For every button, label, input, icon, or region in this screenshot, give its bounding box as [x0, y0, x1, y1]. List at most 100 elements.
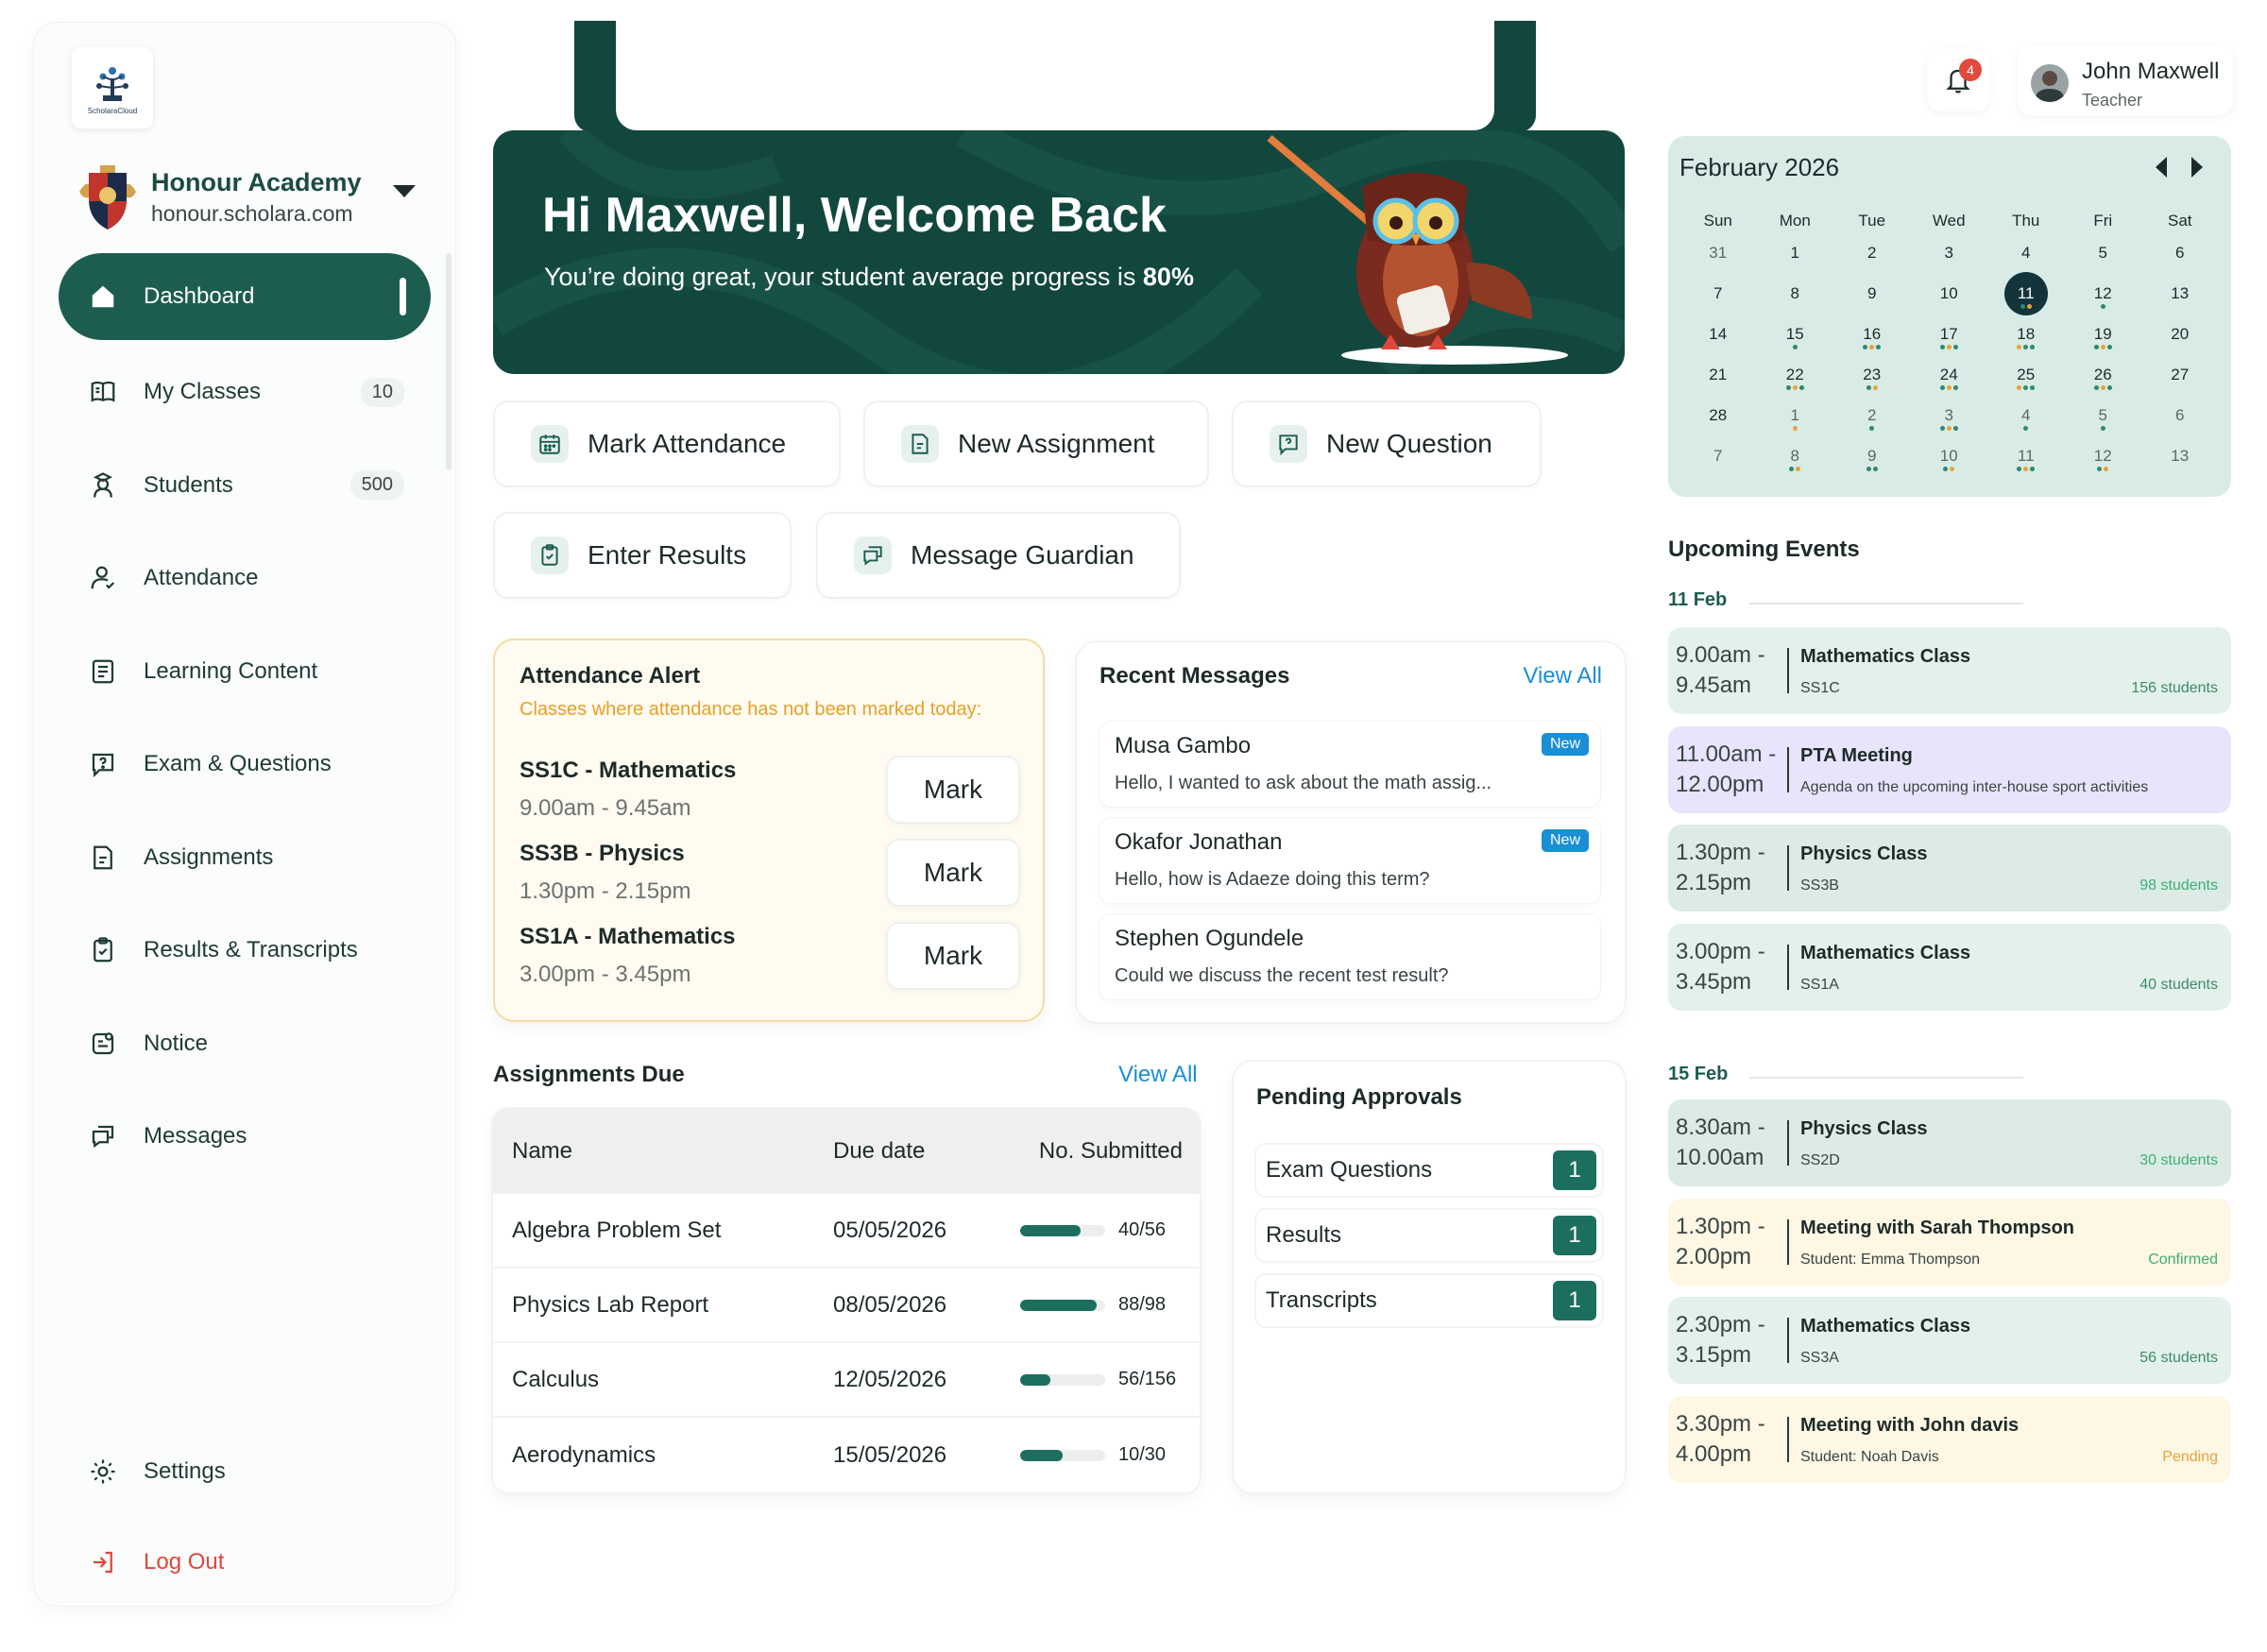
- calendar-day[interactable]: 26: [2065, 352, 2142, 393]
- sidebar-item-exam-questions[interactable]: Exam & Questions: [59, 718, 431, 811]
- calendar-day[interactable]: 24: [1911, 352, 1988, 393]
- calendar-day[interactable]: 31: [1679, 230, 1757, 271]
- calendar-day[interactable]: 12: [2065, 271, 2142, 312]
- calendar-day[interactable]: 23: [1833, 352, 1911, 393]
- calendar-day[interactable]: 21: [1679, 352, 1757, 393]
- calendar-day[interactable]: 27: [2141, 352, 2219, 393]
- calendar-day[interactable]: 17: [1911, 312, 1988, 352]
- calendar-day[interactable]: 14: [1679, 312, 1757, 352]
- event-card[interactable]: 2.30pm - 3.15pm Mathematics Class SS3A 56 st…: [1668, 1297, 2231, 1384]
- new-question-button[interactable]: New Question: [1232, 400, 1542, 487]
- calendar-day[interactable]: 13: [2141, 271, 2219, 312]
- calendar-day[interactable]: 5: [2065, 230, 2142, 271]
- message-guardian-button[interactable]: Message Guardian: [816, 512, 1181, 599]
- day-number: 12: [2093, 447, 2112, 465]
- home-icon: [87, 281, 119, 313]
- event-card[interactable]: 8.30am - 10.00am Physics Class SS2D 30 stude…: [1668, 1099, 2231, 1186]
- day-number: 5: [2098, 406, 2107, 424]
- calendar-day[interactable]: 1: [1757, 393, 1834, 434]
- calendar-day[interactable]: 9: [1833, 434, 1911, 474]
- sidebar-item-messages[interactable]: Messages: [59, 1090, 431, 1184]
- calendar-day[interactable]: 1: [1757, 230, 1834, 271]
- view-all-messages-link[interactable]: View All: [1523, 663, 1602, 690]
- calendar-day[interactable]: 13: [2141, 434, 2219, 474]
- table-row[interactable]: Aerodynamics 15/05/2026 10/30: [493, 1418, 1200, 1492]
- calendar-day[interactable]: 9: [1833, 271, 1911, 312]
- message-item[interactable]: Okafor Jonathan Hello, how is Adaeze doi…: [1099, 818, 1600, 903]
- sidebar-item-settings[interactable]: Settings: [59, 1426, 431, 1517]
- calendar-day[interactable]: 6: [2141, 393, 2219, 434]
- calendar-day[interactable]: 15: [1757, 312, 1834, 352]
- mark-button[interactable]: Mark: [886, 756, 1020, 824]
- sidebar-scrollbar[interactable]: [446, 253, 452, 470]
- sidebar-item-assignments[interactable]: Assignments: [59, 811, 431, 905]
- calendar-day[interactable]: 2: [1833, 230, 1911, 271]
- mark-attendance-button[interactable]: Mark Attendance: [493, 400, 841, 487]
- new-assignment-button[interactable]: New Assignment: [863, 400, 1209, 487]
- sidebar-item-attendance[interactable]: Attendance: [59, 532, 431, 625]
- pending-item-results[interactable]: Results 1: [1256, 1210, 1602, 1261]
- sidebar-item-notice[interactable]: Notice: [59, 997, 431, 1091]
- school-switcher[interactable]: Honour Academy honour.scholara.com: [76, 155, 416, 240]
- table-row[interactable]: Calculus 12/05/2026 56/156: [493, 1343, 1200, 1418]
- chevron-right-icon[interactable]: [2191, 157, 2203, 178]
- event-card[interactable]: 9.00am - 9.45am Mathematics Class SS1C 156 s…: [1668, 627, 2231, 714]
- calendar-day[interactable]: 7: [1679, 434, 1757, 474]
- calendar-day[interactable]: 4: [1987, 393, 2065, 434]
- calendar-day[interactable]: 16: [1833, 312, 1911, 352]
- calendar-day[interactable]: 11: [1987, 271, 2065, 315]
- sidebar-item-learning-content[interactable]: Learning Content: [59, 625, 431, 719]
- calendar-day[interactable]: 18: [1987, 312, 2065, 352]
- sidebar-item-my-classes[interactable]: My Classes 10: [59, 346, 431, 439]
- sidebar-item-dashboard[interactable]: Dashboard: [59, 253, 431, 340]
- calendar-day[interactable]: 8: [1757, 271, 1834, 312]
- table-row[interactable]: Physics Lab Report 08/05/2026 88/98: [493, 1269, 1200, 1343]
- sidebar-item-logout[interactable]: Log Out: [59, 1517, 431, 1608]
- calendar-day[interactable]: 3: [1911, 230, 1988, 271]
- calendar-day[interactable]: 10: [1911, 271, 1988, 312]
- event-card[interactable]: 3.00pm - 3.45pm Mathematics Class SS1A 40 st…: [1668, 924, 2231, 1011]
- view-all-assignments-link[interactable]: View All: [1118, 1062, 1198, 1088]
- user-profile-menu[interactable]: John Maxwell Teacher: [2018, 45, 2233, 115]
- event-card[interactable]: 1.30pm - 2.00pm Meeting with Sarah Thompso…: [1668, 1199, 2231, 1286]
- divider: [1749, 603, 2023, 605]
- pending-item-exam-questions[interactable]: Exam Questions 1: [1256, 1145, 1602, 1196]
- mark-button[interactable]: Mark: [886, 839, 1020, 907]
- calendar-day[interactable]: 4: [1987, 230, 2065, 271]
- calendar-day[interactable]: 11: [1987, 434, 2065, 474]
- pending-item-transcripts[interactable]: Transcripts 1: [1256, 1275, 1602, 1326]
- day-number: 4: [2021, 406, 2031, 424]
- calendar-day[interactable]: 20: [2141, 312, 2219, 352]
- calendar-day[interactable]: 6: [2141, 230, 2219, 271]
- day-number: 11: [2017, 447, 2035, 465]
- calendar-day[interactable]: 19: [2065, 312, 2142, 352]
- notification-badge: 4: [1959, 59, 1982, 81]
- event-card[interactable]: 1.30pm - 2.15pm Physics Class SS3B 98 studen…: [1668, 825, 2231, 911]
- event-card[interactable]: 3.30pm - 4.00pm Meeting with John davis Stu…: [1668, 1396, 2231, 1483]
- event-card[interactable]: 11.00am - 12.00pm PTA Meeting Agenda on the…: [1668, 726, 2231, 813]
- calendar-day[interactable]: 2: [1833, 393, 1911, 434]
- mark-button[interactable]: Mark: [886, 922, 1020, 990]
- sidebar-item-students[interactable]: Students 500: [59, 439, 431, 533]
- calendar-day[interactable]: 7: [1679, 271, 1757, 312]
- enter-results-button[interactable]: Enter Results: [493, 512, 792, 599]
- calendar-day[interactable]: 5: [2065, 393, 2142, 434]
- table-row[interactable]: Algebra Problem Set 05/05/2026 40/56: [493, 1194, 1200, 1269]
- message-item[interactable]: Musa Gambo Hello, I wanted to ask about …: [1099, 722, 1600, 807]
- notifications-button[interactable]: 4: [1927, 49, 1989, 111]
- calendar-day[interactable]: 8: [1757, 434, 1834, 474]
- calendar-week: 21 22 23 24 25 26 27: [1668, 352, 2231, 393]
- calendar-day[interactable]: 12: [2065, 434, 2142, 474]
- calendar-day[interactable]: 3: [1911, 393, 1988, 434]
- sidebar-item-results-transcripts[interactable]: Results & Transcripts: [59, 904, 431, 997]
- chevron-down-icon[interactable]: [393, 185, 416, 197]
- calendar-day[interactable]: 28: [1679, 393, 1757, 434]
- message-item[interactable]: Stephen Ogundele Could we discuss the re…: [1099, 914, 1600, 999]
- event-title: Physics Class: [1800, 1118, 1928, 1139]
- calendar-day[interactable]: 25: [1987, 352, 2065, 393]
- calendar-day[interactable]: 22: [1757, 352, 1834, 393]
- scholaracloud-logo[interactable]: ScholaraCloud: [72, 47, 153, 128]
- event-dot: [2023, 467, 2029, 471]
- calendar-day[interactable]: 10: [1911, 434, 1988, 474]
- chevron-left-icon[interactable]: [2156, 157, 2167, 178]
